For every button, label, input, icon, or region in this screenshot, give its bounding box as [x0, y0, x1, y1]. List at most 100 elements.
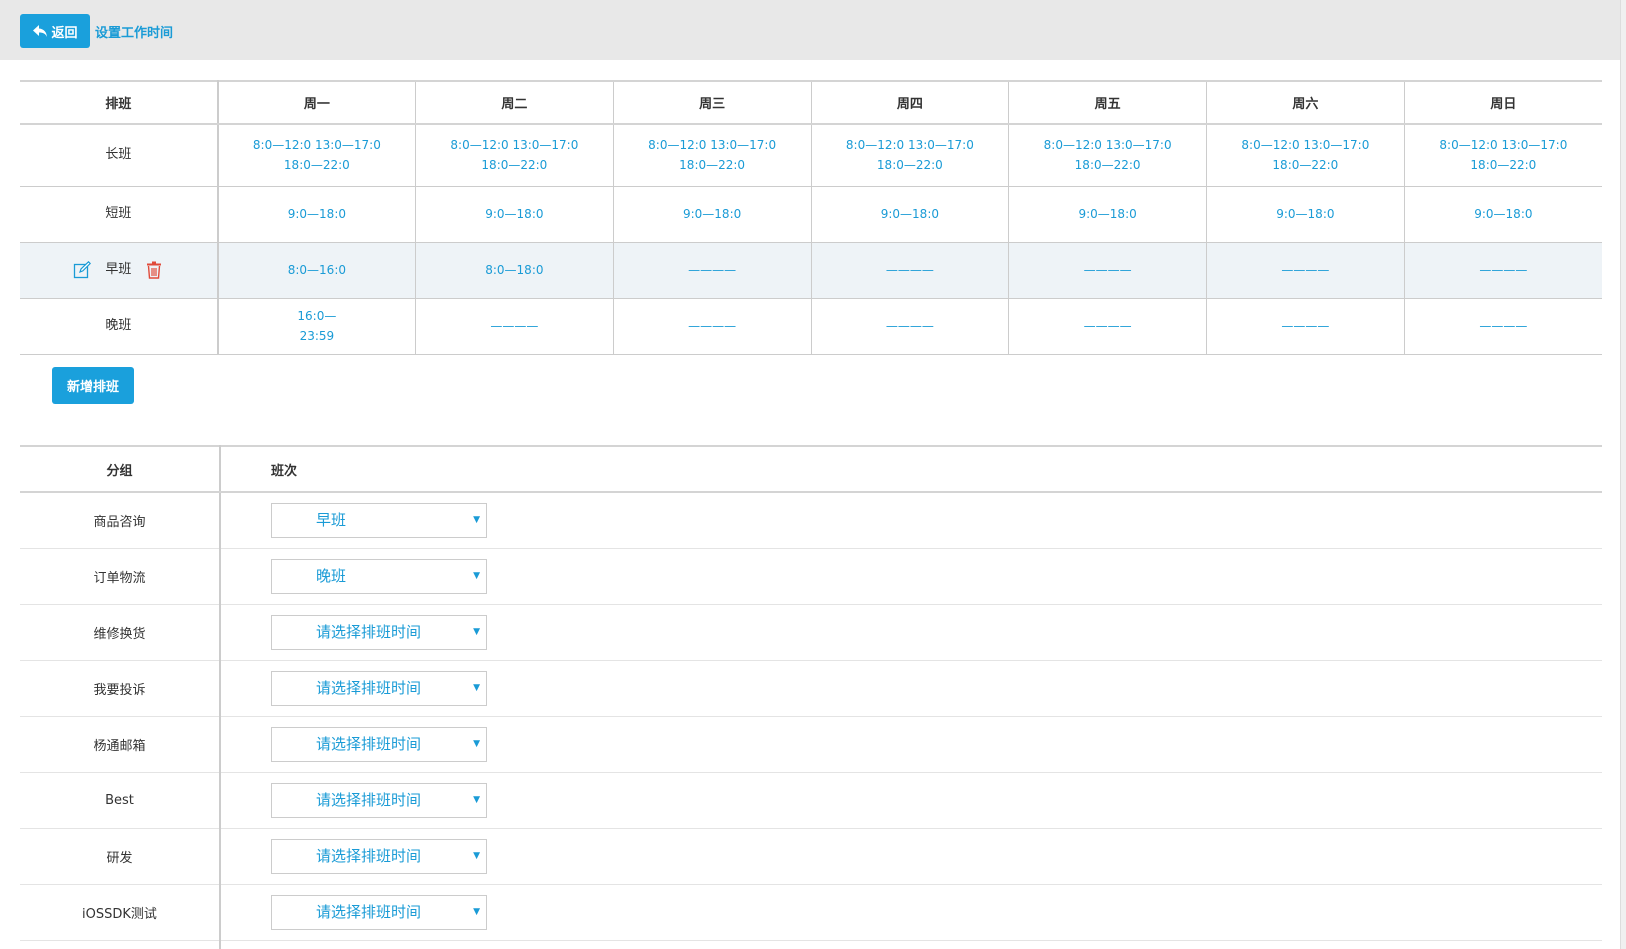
shift-cell: 8:0—12:0 13:0—17:0 18:0—22:0 — [1008, 124, 1207, 187]
shift-select-value: 请选择排班时间 — [316, 622, 422, 641]
shift-cell: 8:0—12:0 13:0—17:0 18:0—22:0 — [811, 124, 1010, 187]
shift-cell: ———— — [811, 242, 1010, 299]
group-name: iOSSDK测试 — [20, 884, 221, 941]
shift-select-value: 请选择排班时间 — [316, 902, 422, 921]
shift-cell: 8:0—18:0 — [415, 242, 614, 299]
caret-down-icon: ▼ — [473, 906, 480, 917]
shift-cell: 9:0—18:0 — [1206, 186, 1405, 243]
group-row: 杨通邮箱 请选择排班时间 ▼ — [20, 716, 1602, 773]
shift-name: 晚班 — [20, 298, 219, 355]
caret-down-icon: ▼ — [473, 738, 480, 749]
group-row-partial — [20, 940, 1602, 949]
caret-down-icon: ▼ — [473, 626, 480, 637]
group-name: 订单物流 — [20, 548, 221, 605]
group-row: 订单物流 晚班 ▼ — [20, 548, 1602, 605]
caret-down-icon: ▼ — [473, 570, 480, 581]
col-header-group: 分组 — [20, 445, 221, 493]
group-header-row: 分组 班次 — [20, 445, 1602, 493]
shift-cell: ———— — [1404, 242, 1602, 299]
shift-select-value: 早班 — [316, 510, 347, 529]
group-row: 我要投诉 请选择排班时间 ▼ — [20, 660, 1602, 717]
shift-cell: 8:0—16:0 — [217, 242, 416, 299]
group-row: 商品咨询 早班 ▼ — [20, 492, 1602, 549]
col-header-wed: 周三 — [613, 80, 812, 125]
group-name: 维修换货 — [20, 604, 221, 661]
shift-row-early: 早班 8:0—16:0 8:0—18:0 ———— ———— ———— ————… — [20, 242, 1602, 299]
shift-cell: ———— — [1008, 298, 1207, 355]
shift-cell: 9:0—18:0 — [613, 186, 812, 243]
col-header-tue: 周二 — [415, 80, 614, 125]
shift-cell: 8:0—12:0 13:0—17:0 18:0—22:0 — [415, 124, 614, 187]
group-name: 杨通邮箱 — [20, 716, 221, 773]
shift-select[interactable]: 请选择排班时间 ▼ — [271, 782, 487, 818]
shift-select[interactable]: 请选择排班时间 ▼ — [271, 614, 487, 650]
shift-row-short: 短班 9:0—18:0 9:0—18:0 9:0—18:0 9:0—18:0 9… — [20, 186, 1602, 243]
shift-cell: ———— — [613, 242, 812, 299]
group-name: 研发 — [20, 828, 221, 885]
shift-select-value: 请选择排班时间 — [316, 734, 422, 753]
col-header-fri: 周五 — [1008, 80, 1207, 125]
col-header-shift: 排班 — [20, 80, 219, 125]
group-table: 分组 班次 商品咨询 早班 ▼ 订单物流 晚班 ▼ 维修换货 请选择排班时间 ▼ 我要… — [20, 445, 1602, 949]
shift-name: 长班 — [20, 124, 219, 187]
shift-select-value: 请选择排班时间 — [316, 790, 422, 809]
caret-down-icon: ▼ — [473, 794, 480, 805]
add-shift-button[interactable]: 新增排班 — [52, 367, 134, 404]
shift-cell: ———— — [1206, 298, 1405, 355]
edit-icon[interactable] — [73, 261, 92, 279]
page-title: 设置工作时间 — [95, 26, 174, 41]
shift-cell: ———— — [1008, 242, 1207, 299]
shift-row-long: 长班 8:0—12:0 13:0—17:0 18:0—22:0 8:0—12:0 … — [20, 124, 1602, 187]
group-row: 维修换货 请选择排班时间 ▼ — [20, 604, 1602, 661]
shift-cell: 9:0—18:0 — [811, 186, 1010, 243]
shift-select-value: 晚班 — [316, 566, 347, 585]
shift-select-value: 请选择排班时间 — [316, 846, 422, 865]
shift-select[interactable]: 请选择排班时间 ▼ — [271, 670, 487, 706]
top-bar: 返回 设置工作时间 — [0, 0, 1626, 60]
shift-name: 早班 — [105, 262, 132, 277]
shift-cell: ———— — [613, 298, 812, 355]
shift-cell: 8:0—12:0 13:0—17:0 18:0—22:0 — [613, 124, 812, 187]
shift-cell: ———— — [1206, 242, 1405, 299]
back-button-label: 返回 — [51, 25, 78, 41]
shift-select[interactable]: 请选择排班时间 ▼ — [271, 726, 487, 762]
shift-cell: 8:0—12:0 13:0—17:0 18:0—22:0 — [217, 124, 416, 187]
group-name: Best — [20, 772, 221, 829]
trash-icon[interactable] — [145, 261, 163, 279]
shift-cell: ———— — [811, 298, 1010, 355]
shift-select-value: 请选择排班时间 — [316, 678, 422, 697]
caret-down-icon: ▼ — [473, 850, 480, 861]
shift-cell: 8:0—12:0 13:0—17:0 18:0—22:0 — [1206, 124, 1405, 187]
shift-row-late: 晚班 16:0— 23:59 ———— ———— ———— ———— ———— —… — [20, 298, 1602, 355]
scrollbar[interactable] — [1620, 0, 1626, 949]
shift-cell: 9:0—18:0 — [217, 186, 416, 243]
shift-cell: 8:0—12:0 13:0—17:0 18:0—22:0 — [1404, 124, 1602, 187]
schedule-table: 排班 周一 周二 周三 周四 周五 周六 周日 长班 8:0—12:0 13:0… — [20, 80, 1602, 355]
shift-cell: ———— — [1404, 298, 1602, 355]
shift-select[interactable]: 请选择排班时间 ▼ — [271, 838, 487, 874]
shift-select[interactable]: 早班 ▼ — [271, 502, 487, 538]
schedule-header-row: 排班 周一 周二 周三 周四 周五 周六 周日 — [20, 80, 1602, 125]
shift-cell: ———— — [415, 298, 614, 355]
col-header-shift-select: 班次 — [220, 445, 1602, 493]
group-row: Best 请选择排班时间 ▼ — [20, 772, 1602, 829]
back-button[interactable]: 返回 — [20, 14, 90, 48]
caret-down-icon: ▼ — [473, 514, 480, 525]
shift-name-cell: 早班 — [20, 242, 219, 299]
group-name: 我要投诉 — [20, 660, 221, 717]
col-header-thu: 周四 — [811, 80, 1010, 125]
col-header-sat: 周六 — [1206, 80, 1405, 125]
shift-cell: 16:0— 23:59 — [217, 298, 416, 355]
shift-cell: 9:0—18:0 — [1008, 186, 1207, 243]
group-name: 商品咨询 — [20, 492, 221, 549]
caret-down-icon: ▼ — [473, 682, 480, 693]
shift-cell: 9:0—18:0 — [415, 186, 614, 243]
shift-select[interactable]: 晚班 ▼ — [271, 558, 487, 594]
shift-name: 短班 — [20, 186, 219, 243]
col-header-sun: 周日 — [1404, 80, 1602, 125]
group-row: iOSSDK测试 请选择排班时间 ▼ — [20, 884, 1602, 941]
group-row: 研发 请选择排班时间 ▼ — [20, 828, 1602, 885]
shift-cell: 9:0—18:0 — [1404, 186, 1602, 243]
shift-select[interactable]: 请选择排班时间 ▼ — [271, 894, 487, 930]
back-arrow-icon — [33, 25, 48, 37]
